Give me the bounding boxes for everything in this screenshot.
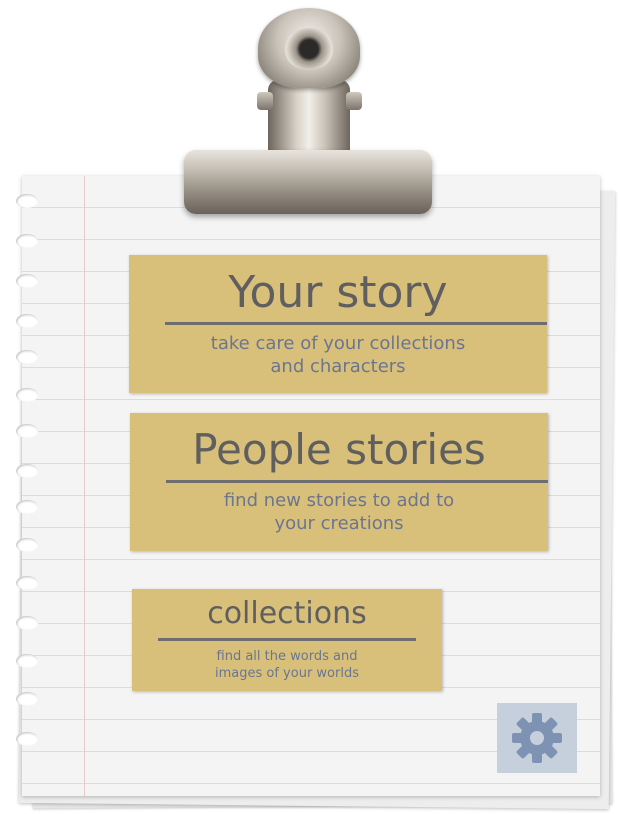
torn-hole [16, 576, 38, 590]
people-stories-button[interactable]: People stories find new stories to add t… [130, 413, 548, 551]
divider [158, 638, 416, 641]
clip-pin [257, 92, 273, 110]
torn-hole [16, 350, 38, 364]
divider [166, 480, 548, 483]
torn-hole [16, 500, 38, 514]
torn-hole [16, 274, 38, 288]
clip-eyelet [284, 28, 334, 70]
clip-neck [268, 80, 350, 160]
subtitle-line: and characters [270, 356, 406, 378]
torn-hole [16, 692, 38, 706]
your-story-subtitle: take care of your collections and charac… [129, 332, 547, 379]
subtitle-line: your creations [274, 513, 404, 535]
gear-icon [512, 713, 562, 763]
torn-hole [16, 616, 38, 630]
clip-pin [346, 92, 362, 110]
subtitle-line: images of your worlds [215, 665, 359, 681]
subtitle-line: find all the words and [216, 649, 358, 664]
clip-bar [184, 150, 432, 214]
people-stories-subtitle: find new stories to add to your creation… [130, 489, 548, 536]
torn-hole [16, 654, 38, 668]
torn-hole [16, 314, 38, 328]
divider [165, 322, 547, 325]
torn-hole [16, 538, 38, 552]
torn-hole [16, 194, 38, 208]
torn-hole [16, 732, 38, 746]
torn-hole [16, 464, 38, 478]
torn-hole [16, 388, 38, 402]
collections-title: collections [207, 596, 367, 631]
collections-subtitle: find all the words and images of your wo… [132, 649, 442, 683]
subtitle-line: find new stories to add to [223, 490, 455, 511]
settings-button[interactable] [497, 703, 577, 773]
collections-button[interactable]: collections find all the words and image… [132, 589, 442, 691]
torn-hole [16, 234, 38, 248]
torn-hole [16, 424, 38, 438]
your-story-title: Your story [228, 267, 448, 318]
your-story-button[interactable]: Your story take care of your collections… [129, 255, 547, 393]
subtitle-line: take care of your collections [210, 333, 466, 354]
people-stories-title: People stories [192, 425, 486, 474]
